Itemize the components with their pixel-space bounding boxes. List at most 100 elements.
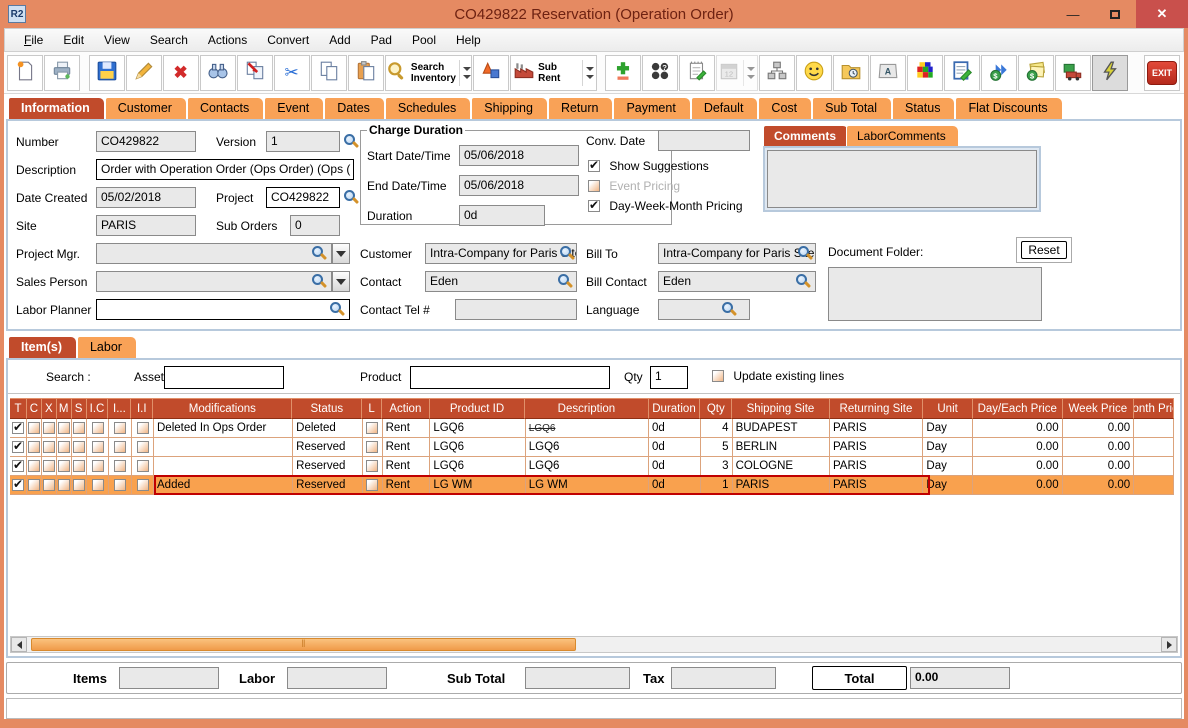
row-check-cell[interactable] [27, 438, 42, 457]
save-button[interactable] [89, 55, 125, 91]
bill-to-field[interactable]: Intra-Company for Paris Site [658, 243, 816, 264]
menu-actions[interactable]: Actions [199, 30, 256, 50]
col-header-week-price[interactable]: Week Price [1063, 398, 1135, 419]
l-checkbox[interactable] [366, 460, 378, 472]
contact-lookup-icon[interactable] [558, 274, 569, 285]
row-checkbox[interactable] [73, 441, 85, 453]
row-checkbox[interactable] [28, 422, 40, 434]
cell-description[interactable]: LGQ6 [526, 438, 649, 457]
cell-day-price[interactable]: 0.00 [973, 438, 1062, 457]
new-button[interactable] [7, 55, 43, 91]
cell-week-price[interactable]: 0.00 [1063, 438, 1135, 457]
cell-status[interactable]: Deleted [293, 419, 363, 438]
find-button[interactable] [200, 55, 236, 91]
tab-flat-discounts[interactable]: Flat Discounts [955, 97, 1062, 119]
menu-search[interactable]: Search [141, 30, 197, 50]
row-checkbox[interactable] [12, 460, 24, 472]
row-check-cell[interactable] [109, 457, 132, 476]
tab-dates[interactable]: Dates [324, 97, 385, 119]
end-date-field[interactable]: 05/06/2018 [459, 175, 579, 196]
col-header-m[interactable]: M [57, 398, 72, 419]
row-check-cell[interactable] [87, 438, 109, 457]
cell-returning-site[interactable]: PARIS [830, 457, 923, 476]
cell-status[interactable]: Reserved [293, 438, 363, 457]
paste-button[interactable] [348, 55, 384, 91]
col-header-shipping-site[interactable]: Shipping Site [732, 398, 829, 419]
row-check-cell[interactable] [132, 419, 154, 438]
row-check-cell[interactable] [109, 419, 132, 438]
truck-button[interactable] [1055, 55, 1091, 91]
col-header-x[interactable]: X [42, 398, 57, 419]
col-header-action[interactable]: Action [382, 398, 430, 419]
row-check-cell[interactable] [27, 457, 42, 476]
row-check-cell[interactable] [109, 438, 132, 457]
close-button[interactable]: ✕ [1136, 0, 1188, 28]
conv-date-field[interactable] [658, 130, 750, 151]
cell-duration[interactable]: 0d [649, 476, 701, 495]
row-checkbox[interactable] [114, 422, 126, 434]
sub-rent-button[interactable]: Sub Rent [510, 55, 596, 91]
col-header-status[interactable]: Status [292, 398, 362, 419]
row-check-cell[interactable] [87, 476, 109, 495]
add-line-button[interactable] [605, 55, 641, 91]
scrollbar-thumb[interactable] [31, 638, 576, 651]
row-check-cell[interactable] [87, 457, 109, 476]
notes-button[interactable] [679, 55, 715, 91]
tab-items[interactable]: Item(s) [8, 336, 77, 358]
col-header-description[interactable]: Description [525, 398, 648, 419]
cell-shipping-site[interactable]: BUDAPEST [733, 419, 830, 438]
row-checkbox[interactable] [12, 479, 24, 491]
row-check-cell[interactable] [57, 419, 72, 438]
col-header-duration[interactable]: Duration [649, 398, 701, 419]
row-check-cell[interactable] [72, 438, 87, 457]
smiley-button[interactable] [796, 55, 832, 91]
tab-customer[interactable]: Customer [105, 97, 187, 119]
day-week-month-checkbox[interactable] [588, 200, 600, 212]
l-checkbox[interactable] [366, 441, 378, 453]
col-header-ii[interactable]: I.I [131, 398, 153, 419]
horizontal-scrollbar[interactable] [10, 636, 1178, 653]
row-checkbox[interactable] [92, 479, 104, 491]
cell-product-id[interactable]: LG WM [430, 476, 525, 495]
version-lookup-icon[interactable] [344, 134, 355, 145]
cell-month-price[interactable] [1134, 438, 1174, 457]
cell-week-price[interactable]: 0.00 [1063, 457, 1135, 476]
contact-field[interactable]: Eden [425, 271, 577, 292]
cut-button[interactable]: ✂ [274, 55, 310, 91]
cell-month-price[interactable] [1134, 476, 1174, 495]
tab-payment[interactable]: Payment [613, 97, 690, 119]
cell-l[interactable] [363, 438, 383, 457]
row-checkbox[interactable] [12, 441, 24, 453]
col-header-product-id[interactable]: Product ID [430, 398, 526, 419]
row-check-cell[interactable] [132, 476, 154, 495]
customer-field[interactable]: Intra-Company for Paris Site [425, 243, 577, 264]
minimize-button[interactable]: — [1052, 0, 1094, 28]
cell-description[interactable]: LG WM [526, 476, 649, 495]
row-check-cell[interactable] [57, 457, 72, 476]
bill-contact-field[interactable]: Eden [658, 271, 816, 292]
cell-action[interactable]: Rent [383, 457, 431, 476]
cell-action[interactable]: Rent [383, 419, 431, 438]
col-header-c[interactable]: C [27, 398, 42, 419]
row-check-cell[interactable] [27, 476, 42, 495]
product-search-input[interactable] [410, 366, 610, 389]
cell-returning-site[interactable]: PARIS [830, 419, 923, 438]
bill-contact-lookup-icon[interactable] [796, 274, 807, 285]
row-check-cell[interactable] [10, 419, 27, 438]
hierarchy-button[interactable] [759, 55, 795, 91]
version-field[interactable]: 1 [266, 131, 340, 152]
cell-description[interactable]: LGQ6 [526, 457, 649, 476]
row-checkbox[interactable] [58, 441, 70, 453]
cell-product-id[interactable]: LGQ6 [430, 457, 525, 476]
sub-rent-dropdown[interactable] [582, 60, 594, 86]
col-header-l[interactable]: L [362, 398, 382, 419]
assign-documents-button[interactable] [237, 55, 273, 91]
row-checkbox[interactable] [114, 441, 126, 453]
cell-unit[interactable]: Day [923, 419, 973, 438]
cell-unit[interactable]: Day [923, 476, 973, 495]
shapes-button[interactable] [473, 55, 509, 91]
col-header-ic[interactable]: I.C [87, 398, 109, 419]
cell-action[interactable]: Rent [383, 438, 431, 457]
start-date-field[interactable]: 05/06/2018 [459, 145, 579, 166]
sales-person-field[interactable] [96, 271, 332, 292]
